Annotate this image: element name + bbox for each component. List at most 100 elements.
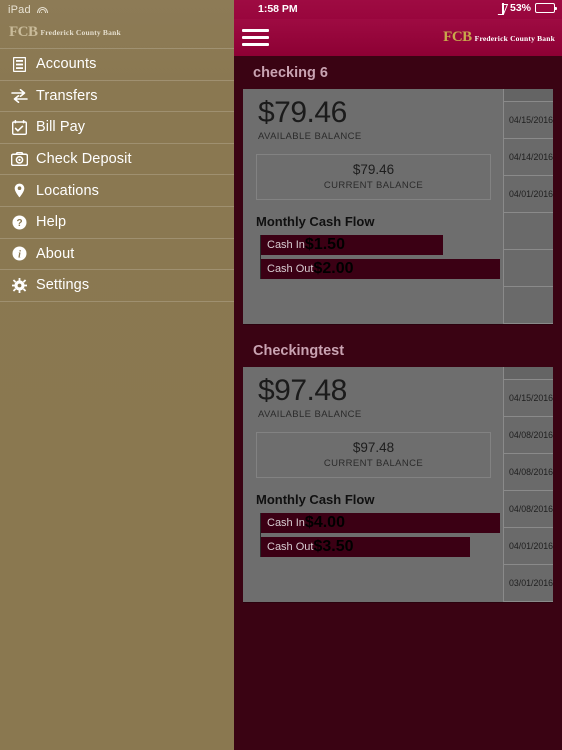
sidebar-item-label: Bill Pay	[36, 119, 86, 136]
current-balance-box: $97.48 CURRENT BALANCE	[256, 431, 491, 478]
available-balance-block: $97.48 AVAILABLE BALANCE	[243, 375, 503, 420]
sidebar-logo-name: Frederick County Bank	[40, 27, 121, 37]
cash-out-label: Cash Out	[267, 262, 314, 275]
transaction-list-header	[504, 367, 553, 380]
billpay-icon	[8, 117, 30, 137]
wifi-icon	[36, 6, 48, 15]
current-balance-amount: $79.46	[352, 161, 395, 177]
info-icon: i	[8, 244, 30, 264]
transaction-row[interactable]: 04/01/2016	[504, 176, 553, 213]
sidebar-item-label: Settings	[36, 277, 90, 294]
status-right-group: 53%	[500, 2, 557, 14]
transaction-row[interactable]	[504, 287, 553, 324]
account-card-body: $79.46 AVAILABLE BALANCE $79.46 CURRENT …	[243, 89, 553, 324]
navigation-drawer: iPad FCB Frederick County Bank Accounts …	[0, 0, 234, 750]
sidebar-item-about[interactable]: i About	[0, 239, 234, 271]
transaction-list-header	[504, 89, 553, 102]
available-balance-amount: $79.46	[258, 96, 347, 129]
transaction-row[interactable]: 04/08/2016	[504, 491, 553, 528]
cash-in-value: $4.00	[304, 513, 345, 531]
chart-axis	[260, 512, 261, 557]
sidebar-item-bill-pay[interactable]: Bill Pay	[0, 112, 234, 144]
status-time: 1:58 PM	[258, 3, 298, 15]
transfers-icon	[8, 86, 30, 106]
sidebar-item-help[interactable]: ? Help	[0, 207, 234, 239]
sidebar-item-label: Help	[36, 214, 67, 231]
account-summary: $79.46 AVAILABLE BALANCE $79.46 CURRENT …	[243, 89, 503, 324]
cashflow-title: Monthly Cash Flow	[256, 491, 375, 507]
chart-axis	[260, 234, 261, 279]
app-header: FCB Frederick County Bank	[234, 19, 562, 56]
sidebar-item-accounts[interactable]: Accounts	[0, 49, 234, 81]
cash-in-label: Cash In	[267, 516, 305, 529]
app-screen: iPad FCB Frederick County Bank Accounts …	[0, 0, 562, 750]
current-balance-box: $79.46 CURRENT BALANCE	[256, 153, 491, 200]
account-card[interactable]: Checkingtest $97.48 AVAILABLE BALANCE $9…	[234, 334, 562, 602]
available-balance-label: AVAILABLE BALANCE	[258, 130, 362, 142]
battery-icon	[535, 3, 557, 13]
header-logo-mark: FCB	[443, 29, 472, 45]
cash-in-bar: Cash In $4.00	[260, 512, 500, 533]
map-pin-icon	[8, 181, 30, 201]
sidebar-item-locations[interactable]: Locations	[0, 175, 234, 207]
device-label: iPad	[8, 4, 31, 16]
header-logo: FCB Frederick County Bank	[443, 29, 555, 46]
sidebar-item-transfers[interactable]: Transfers	[0, 81, 234, 113]
account-card-body: $97.48 AVAILABLE BALANCE $97.48 CURRENT …	[243, 367, 553, 602]
transaction-row[interactable]: 04/15/2016	[504, 380, 553, 417]
gear-icon	[8, 275, 30, 295]
cash-in-value: $1.50	[304, 235, 345, 253]
sidebar-logo: FCB Frederick County Bank	[0, 20, 234, 44]
question-icon: ?	[8, 212, 30, 232]
cash-out-bar: Cash Out $2.00	[260, 258, 500, 279]
cash-in-bar: Cash In $1.50	[260, 234, 443, 255]
sidebar-item-label: Check Deposit	[36, 151, 132, 168]
transaction-row[interactable]: 04/01/2016	[504, 528, 553, 565]
battery-percent: 53%	[509, 2, 531, 14]
accounts-icon	[8, 54, 30, 74]
sidebar-item-label: Accounts	[36, 56, 97, 73]
sidebar-item-check-deposit[interactable]: Check Deposit	[0, 144, 234, 176]
transaction-row[interactable]: 04/14/2016	[504, 139, 553, 176]
available-balance-label: AVAILABLE BALANCE	[258, 408, 362, 420]
cash-out-bar: Cash Out $3.50	[260, 536, 470, 557]
cash-out-label: Cash Out	[267, 540, 314, 553]
account-title: Checkingtest	[234, 334, 562, 367]
available-balance-block: $79.46 AVAILABLE BALANCE	[243, 97, 503, 142]
hamburger-icon[interactable]	[239, 27, 272, 49]
sidebar-item-label: Transfers	[36, 87, 98, 104]
account-title: checking 6	[234, 56, 562, 89]
transaction-list[interactable]: 04/15/2016 04/14/2016 04/01/2016	[503, 89, 553, 324]
camera-icon	[8, 149, 30, 169]
transaction-row[interactable]: 04/08/2016	[504, 454, 553, 491]
transaction-list[interactable]: 04/15/2016 04/08/2016 04/08/2016 04/08/2…	[503, 367, 553, 602]
transaction-row[interactable]: 04/15/2016	[504, 102, 553, 139]
current-balance-label: CURRENT BALANCE	[323, 179, 424, 191]
cash-in-label: Cash In	[267, 238, 305, 251]
ios-status-bar: 1:58 PM 53%	[234, 0, 562, 19]
accounts-scroll-area[interactable]: checking 6 $79.46 AVAILABLE BALANCE $79.…	[234, 56, 562, 602]
cashflow-title: Monthly Cash Flow	[256, 213, 375, 229]
sidebar-item-label: About	[36, 245, 75, 262]
svg-text:i: i	[18, 250, 21, 261]
available-balance-amount: $97.48	[258, 374, 347, 407]
sidebar-item-label: Locations	[36, 182, 99, 199]
cash-out-value: $3.50	[313, 537, 354, 555]
current-balance-amount: $97.48	[352, 439, 395, 455]
main-pane: 1:58 PM 53% FCB Frederick County Bank ch…	[234, 0, 562, 750]
transaction-row[interactable]: 03/01/2016	[504, 565, 553, 602]
cashflow-chart: Cash In $4.00 Cash Out $3.50	[256, 512, 503, 557]
cash-out-value: $2.00	[313, 259, 354, 277]
sidebar-logo-mark: FCB	[9, 23, 38, 40]
sidebar-status-bar: iPad	[0, 0, 234, 20]
current-balance-label: CURRENT BALANCE	[323, 457, 424, 469]
transaction-row[interactable]	[504, 250, 553, 287]
svg-text:?: ?	[16, 218, 22, 229]
account-card[interactable]: checking 6 $79.46 AVAILABLE BALANCE $79.…	[234, 56, 562, 324]
transaction-row[interactable]	[504, 213, 553, 250]
sidebar-item-settings[interactable]: Settings	[0, 270, 234, 302]
transaction-row[interactable]: 04/08/2016	[504, 417, 553, 454]
header-logo-name: Frederick County Bank	[474, 34, 555, 43]
cashflow-chart: Cash In $1.50 Cash Out $2.00	[256, 234, 503, 279]
account-summary: $97.48 AVAILABLE BALANCE $97.48 CURRENT …	[243, 367, 503, 602]
